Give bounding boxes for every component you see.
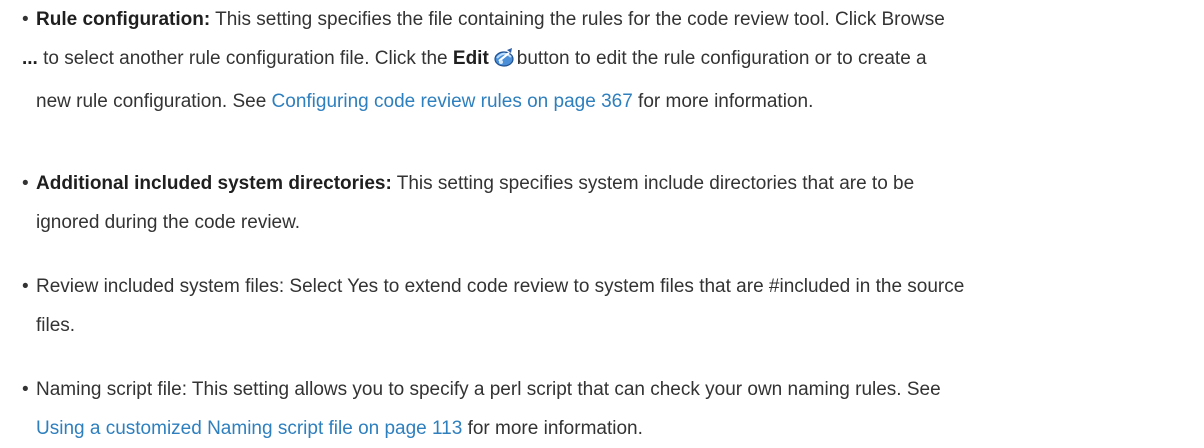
description-text: Review included system files: Select Yes… [36, 276, 965, 297]
description-text: to select another rule configuration fil… [37, 48, 453, 69]
list-item-text: Rule configuration: This setting specifi… [22, 0, 1192, 121]
description-text: This setting specifies system include di… [391, 173, 915, 194]
description-text: Naming script file: This setting allows … [36, 379, 941, 400]
document-page: • Rule configuration: This setting speci… [0, 0, 1204, 440]
list-item-review-included-system-files: • Review included system files: Select Y… [22, 267, 1192, 345]
description-text: for more information. [462, 418, 643, 439]
edit-label: Edit [452, 48, 489, 69]
description-text: files. [36, 315, 76, 336]
description-text: new rule configuration. See [36, 91, 272, 112]
bullet: • [22, 379, 29, 400]
description-text: ignored during the code review. [36, 212, 301, 233]
browse-ellipsis: ... [22, 48, 38, 69]
list-item-rule-configuration: • Rule configuration: This setting speci… [22, 0, 1192, 121]
term-label: Additional included system directories: [36, 173, 392, 194]
list-item-text: Naming script file: This setting allows … [36, 370, 1192, 448]
edit-icon [493, 43, 515, 82]
bullet: • [22, 276, 29, 297]
description-text: This setting specifies the file containi… [210, 9, 945, 30]
list-item-text: Review included system files: Select Yes… [36, 267, 1192, 345]
link-using-customized-naming-script[interactable]: Using a customized Naming script file on… [36, 418, 462, 439]
link-configuring-code-review-rules[interactable]: Configuring code review rules on page 36… [272, 91, 633, 112]
description-text: for more information. [632, 91, 814, 112]
list-item-additional-included-system-directories: • Additional included system directories… [22, 164, 1192, 242]
term-label: Rule configuration: [36, 9, 211, 30]
bullet: • [22, 9, 29, 30]
bullet: • [22, 173, 29, 194]
list-item-text: Additional included system directories: … [36, 164, 1192, 242]
description-text: button to edit the rule configuration or… [516, 48, 927, 69]
list-item-naming-script-file: • Naming script file: This setting allow… [22, 370, 1192, 448]
